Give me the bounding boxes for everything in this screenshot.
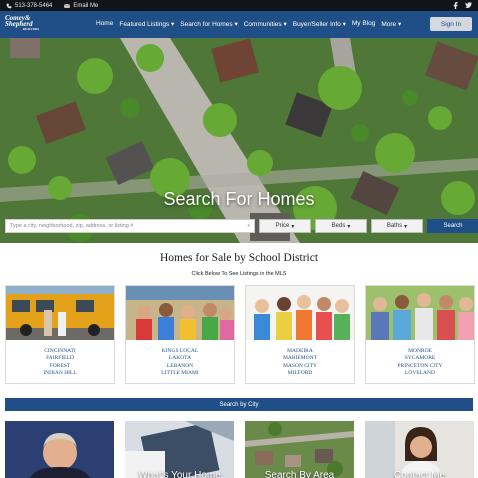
- search-bar: Type a city, neighborhood, zip, address,…: [5, 219, 478, 233]
- district-link[interactable]: LITTLE MIAMI: [126, 370, 234, 377]
- teen-students-photo: [366, 286, 474, 340]
- hero-banner: Search For Homes Type a city, neighborho…: [0, 38, 478, 243]
- sign-in-button[interactable]: Sign In: [430, 17, 472, 31]
- section-subtitle: Click Below To See Listings in the MLS: [191, 271, 287, 277]
- email-link[interactable]: Email Me: [64, 3, 98, 9]
- price-dropdown[interactable]: Price ▾: [259, 219, 311, 233]
- district-link[interactable]: LAKOTA: [126, 355, 234, 362]
- nav-item-communities[interactable]: Communities ▾: [244, 20, 287, 28]
- district-names: MONROE SYCAMORE PRINCETON CITY LOVELAND: [366, 340, 474, 378]
- baths-dropdown[interactable]: Baths ▾: [371, 219, 423, 233]
- kids-with-backpacks-photo: [246, 286, 354, 340]
- district-link[interactable]: CINCINNATI: [6, 348, 114, 355]
- district-link[interactable]: MILFORD: [246, 370, 354, 377]
- hero-title: Search For Homes: [163, 189, 315, 209]
- top-bar: 513-378-5464 Email Me: [0, 0, 478, 11]
- home-value-tile[interactable]: What's Your Home: [125, 421, 234, 478]
- school-card[interactable]: CINCINNATI FAIRFIELD FOREST INDIAN HILL: [5, 285, 115, 384]
- search-input[interactable]: Type a city, neighborhood, zip, address,…: [5, 219, 255, 233]
- school-district-cards: CINCINNATI FAIRFIELD FOREST INDIAN HILL …: [5, 285, 475, 384]
- district-link[interactable]: MARIEMONT: [246, 355, 354, 362]
- chevron-down-icon: ▾: [247, 223, 250, 229]
- district-names: CINCINNATI FAIRFIELD FOREST INDIAN HILL: [6, 340, 114, 378]
- tile-label: What's Your Home: [138, 470, 221, 478]
- beds-dropdown[interactable]: Beds ▾: [315, 219, 367, 233]
- district-link[interactable]: MASON CITY: [246, 363, 354, 370]
- district-link[interactable]: FAIRFIELD: [6, 355, 114, 362]
- twitter-icon[interactable]: [465, 2, 472, 8]
- search-button[interactable]: Search: [427, 219, 478, 233]
- school-card[interactable]: KINGS LOCAL LAKOTA LEBANON LITTLE MIAMI: [125, 285, 235, 384]
- nav-item-my-blog[interactable]: My Blog: [352, 20, 375, 28]
- nav-item-more[interactable]: More ▾: [381, 20, 401, 28]
- caret-down-icon: ▾: [404, 223, 408, 230]
- district-link[interactable]: LOVELAND: [366, 370, 474, 377]
- search-by-area-tile[interactable]: Search By Area: [245, 421, 354, 478]
- price-label: Price: [275, 223, 290, 229]
- phone-icon: [6, 3, 12, 8]
- section-title: Homes for Sale by School District: [159, 252, 319, 264]
- district-link[interactable]: SYCAMORE: [366, 355, 474, 362]
- phone-number: 513-378-5464: [15, 2, 53, 9]
- nav-item-home[interactable]: Home: [96, 20, 113, 28]
- contact-me-tile[interactable]: Contact Me: [365, 421, 474, 478]
- company-logo[interactable]: Comey& Shepherd REALTORS: [5, 15, 39, 34]
- tile-label: Contact Me: [393, 470, 446, 478]
- feature-tiles: What's Your Home Search By Area Contact …: [5, 421, 474, 478]
- district-names: MADEIRA MARIEMONT MASON CITY MILFORD: [246, 340, 354, 378]
- district-names: KINGS LOCAL LAKOTA LEBANON LITTLE MIAMI: [126, 340, 234, 378]
- nav-item-search-for-homes[interactable]: Search for Homes ▾: [180, 20, 237, 28]
- caret-down-icon: ▾: [347, 223, 351, 230]
- agent-portrait-image: [5, 421, 114, 478]
- aerial-neighborhood-image: [0, 38, 478, 243]
- caret-down-icon: ▾: [291, 223, 295, 230]
- beds-label: Beds: [331, 223, 346, 229]
- district-link[interactable]: LEBANON: [126, 363, 234, 370]
- search-by-city-button[interactable]: Search by City: [5, 398, 473, 411]
- phone-link[interactable]: 513-378-5464: [6, 3, 52, 9]
- school-card[interactable]: MADEIRA MARIEMONT MASON CITY MILFORD: [245, 285, 355, 384]
- envelope-icon: [64, 3, 71, 8]
- nav-item-buyer-seller-info[interactable]: Buyer/Seller Info ▾: [293, 20, 346, 28]
- nav-item-featured-listings[interactable]: Featured Listings ▾: [119, 20, 174, 28]
- tile-label: Search By Area: [264, 470, 335, 478]
- agent-photo-tile[interactable]: [5, 421, 114, 478]
- district-link[interactable]: MONROE: [366, 348, 474, 355]
- school-card[interactable]: MONROE SYCAMORE PRINCETON CITY LOVELAND: [365, 285, 475, 384]
- district-link[interactable]: INDIAN HILL: [6, 370, 114, 377]
- district-link[interactable]: KINGS LOCAL: [126, 348, 234, 355]
- district-link[interactable]: PRINCETON CITY: [366, 363, 474, 370]
- nav-menu: Home Featured Listings ▾ Search for Home…: [96, 20, 401, 28]
- district-link[interactable]: FOREST: [6, 363, 114, 370]
- classroom-children-photo: [126, 286, 234, 340]
- email-label: Email Me: [73, 2, 99, 9]
- school-bus-photo: [6, 286, 114, 340]
- facebook-icon[interactable]: [453, 2, 458, 9]
- baths-label: Baths: [386, 223, 403, 229]
- search-placeholder: Type a city, neighborhood, zip, address,…: [10, 223, 134, 229]
- district-link[interactable]: MADEIRA: [246, 348, 354, 355]
- main-navigation: Comey& Shepherd REALTORS Home Featured L…: [0, 11, 478, 38]
